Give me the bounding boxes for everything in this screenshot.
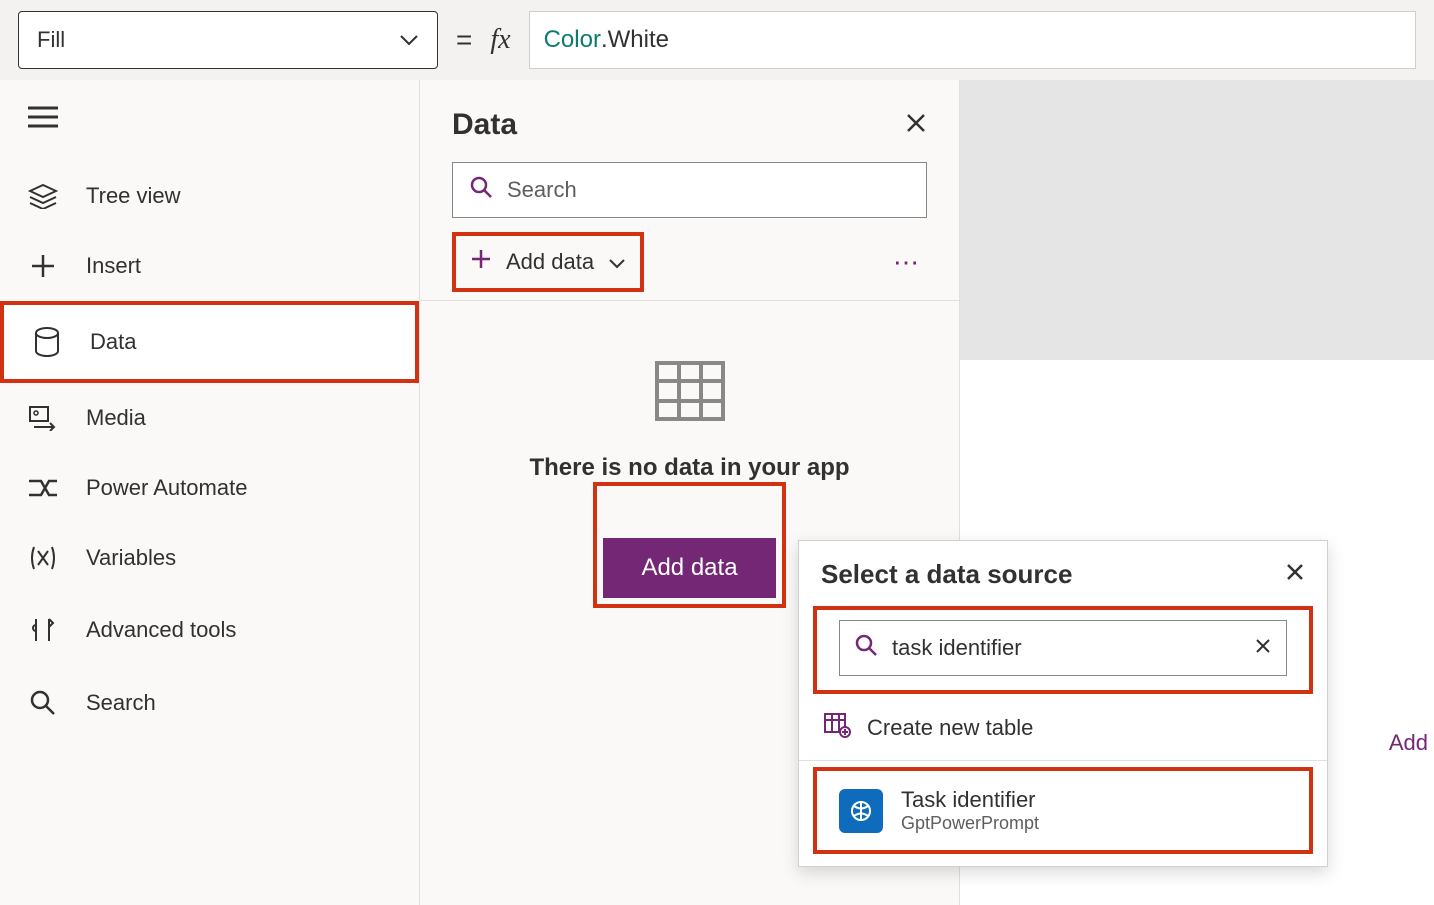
data-panel-title: Data — [452, 108, 517, 142]
database-icon — [30, 327, 64, 357]
ai-model-icon — [839, 789, 883, 833]
plus-icon — [26, 253, 60, 279]
search-icon — [469, 175, 493, 205]
left-rail: Tree view Insert Data Media Power Automa — [0, 80, 420, 905]
rail-item-label: Data — [90, 329, 136, 355]
empty-table-icon — [655, 361, 725, 426]
rail-item-tree-view[interactable]: Tree view — [0, 161, 419, 231]
close-data-panel-button[interactable] — [905, 112, 927, 139]
search-placeholder: Search — [507, 177, 577, 203]
variable-icon — [26, 545, 60, 571]
rail-item-label: Power Automate — [86, 475, 247, 501]
search-query-text: task identifier — [892, 635, 1240, 661]
flow-icon — [26, 477, 60, 499]
add-data-button[interactable]: Add data — [603, 538, 775, 598]
rail-item-label: Advanced tools — [86, 617, 236, 643]
rail-item-variables[interactable]: Variables — [0, 523, 419, 593]
media-icon — [26, 405, 60, 431]
data-source-search-input[interactable]: task identifier — [839, 620, 1287, 676]
rail-item-advanced-tools[interactable]: Advanced tools — [0, 593, 419, 667]
rail-item-data[interactable]: Data — [0, 301, 419, 383]
formula-input[interactable]: Color.White — [529, 11, 1416, 69]
table-plus-icon — [823, 712, 851, 744]
add-link[interactable]: Add — [1389, 730, 1428, 756]
add-data-dropdown[interactable]: Add data — [458, 238, 638, 286]
fx-label: fx — [490, 24, 510, 56]
formula-token-dot: . — [601, 26, 608, 54]
add-data-label: Add data — [506, 249, 594, 275]
select-data-source-popup: Select a data source task identifier Cre… — [798, 540, 1328, 867]
chevron-down-icon — [608, 249, 626, 275]
rail-item-label: Search — [86, 690, 156, 716]
property-name: Fill — [37, 27, 65, 53]
clear-search-button[interactable] — [1254, 635, 1272, 661]
formula-token-type: Color — [544, 26, 601, 54]
create-new-table-button[interactable]: Create new table — [799, 698, 1327, 761]
popup-title: Select a data source — [821, 559, 1072, 590]
rail-item-insert[interactable]: Insert — [0, 231, 419, 301]
result-subtitle: GptPowerPrompt — [901, 813, 1039, 834]
data-search-input[interactable]: Search — [452, 162, 927, 218]
data-source-result-item[interactable]: Task identifier GptPowerPrompt — [817, 771, 1309, 850]
result-title: Task identifier — [901, 787, 1039, 813]
empty-state-message: There is no data in your app — [529, 454, 849, 482]
create-new-table-label: Create new table — [867, 715, 1033, 741]
more-options-button[interactable]: ⋯ — [893, 247, 927, 278]
search-icon — [26, 689, 60, 717]
rail-item-search[interactable]: Search — [0, 667, 419, 739]
formula-token-value: White — [608, 26, 669, 54]
property-selector[interactable]: Fill — [18, 11, 438, 69]
hamburger-button[interactable] — [0, 94, 419, 161]
tools-icon — [26, 615, 60, 645]
rail-item-media[interactable]: Media — [0, 383, 419, 453]
rail-item-label: Insert — [86, 253, 141, 279]
rail-item-label: Media — [86, 405, 146, 431]
search-icon — [854, 633, 878, 663]
close-popup-button[interactable] — [1285, 562, 1305, 587]
rail-item-power-automate[interactable]: Power Automate — [0, 453, 419, 523]
equals-sign: = — [456, 24, 472, 56]
rail-item-label: Variables — [86, 545, 176, 571]
layers-icon — [26, 183, 60, 209]
plus-icon — [470, 248, 492, 276]
rail-item-label: Tree view — [86, 183, 181, 209]
chevron-down-icon — [399, 27, 419, 53]
